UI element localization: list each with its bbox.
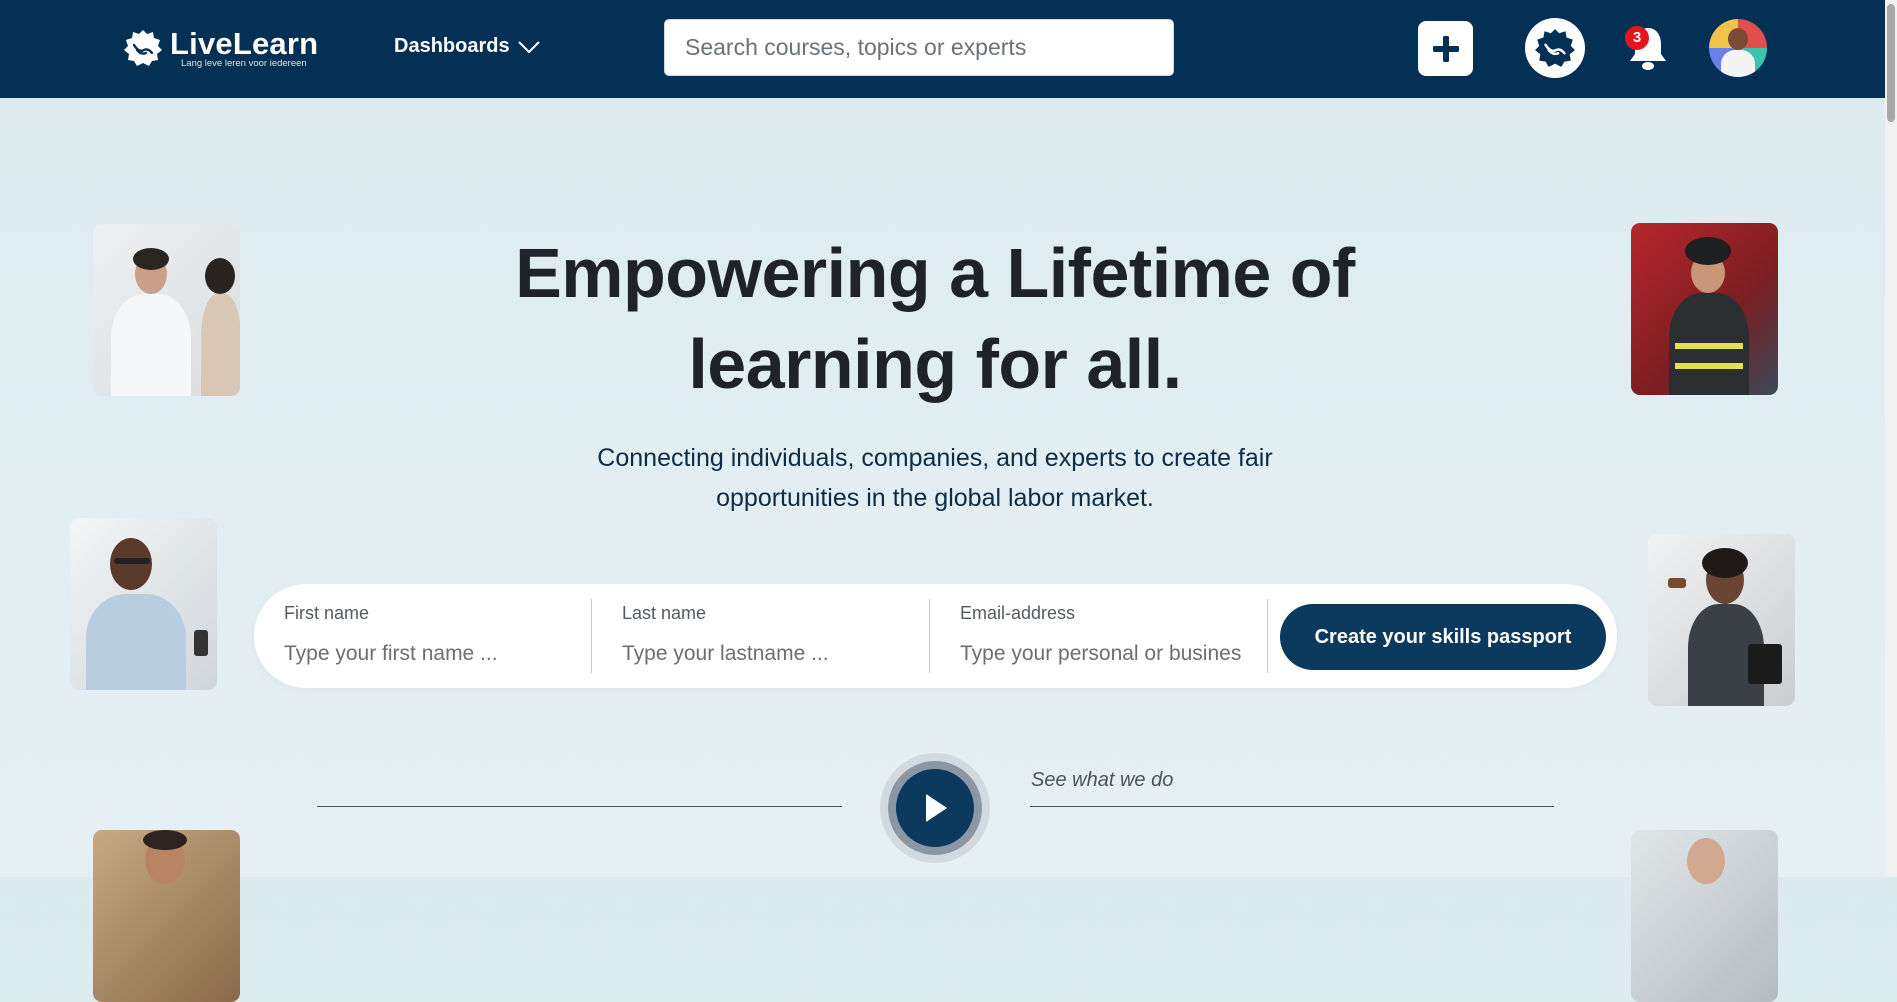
hero-title-line1: Empowering a Lifetime of bbox=[515, 234, 1355, 312]
last-name-label: Last name bbox=[622, 603, 707, 623]
photo-doctor bbox=[93, 224, 240, 396]
video-divider-left bbox=[317, 806, 842, 807]
scrollbar-thumb[interactable] bbox=[1887, 4, 1895, 122]
see-what-we-do-label: See what we do bbox=[1031, 769, 1174, 791]
hero-title-line2: learning for all. bbox=[688, 325, 1182, 403]
livelearn-badge-icon bbox=[1535, 29, 1575, 67]
first-name-input[interactable] bbox=[284, 642, 504, 666]
field-divider bbox=[591, 599, 592, 673]
user-avatar[interactable] bbox=[1709, 19, 1767, 77]
photo-firefighter bbox=[1631, 223, 1778, 395]
dashboards-menu[interactable]: Dashboards bbox=[394, 35, 540, 58]
email-field: Email-address bbox=[960, 584, 1250, 688]
email-label: Email-address bbox=[960, 603, 1076, 623]
photo-woman-bottom-right bbox=[1631, 830, 1778, 1002]
hero-subtitle-line1: Connecting individuals, companies, and e… bbox=[597, 444, 1273, 472]
livelearn-logo-icon bbox=[124, 30, 162, 66]
add-button[interactable] bbox=[1418, 21, 1473, 76]
create-skills-passport-button[interactable]: Create your skills passport bbox=[1280, 604, 1606, 670]
search-box[interactable] bbox=[664, 19, 1174, 76]
notification-count-badge: 3 bbox=[1625, 26, 1649, 50]
play-icon bbox=[926, 794, 947, 822]
photo-man-bottom-left bbox=[93, 830, 240, 1002]
signup-form: First name Last name Email-address Creat… bbox=[254, 584, 1617, 688]
last-name-field: Last name bbox=[622, 584, 922, 688]
livelearn-badge-button[interactable] bbox=[1525, 18, 1585, 78]
dashboards-label: Dashboards bbox=[394, 35, 510, 57]
hero-subtitle-line2: opportunities in the global labor market… bbox=[716, 484, 1154, 512]
first-name-label: First name bbox=[284, 603, 370, 623]
logo-title: LiveLearn bbox=[170, 26, 319, 61]
first-name-field: First name bbox=[284, 584, 584, 688]
hero-subtitle: Connecting individuals, companies, and e… bbox=[570, 438, 1300, 518]
video-divider-right bbox=[1030, 806, 1554, 807]
search-input[interactable] bbox=[665, 20, 1173, 75]
chevron-down-icon bbox=[517, 40, 540, 53]
page-scrollbar[interactable] bbox=[1885, 0, 1897, 877]
plus-icon bbox=[1432, 35, 1459, 62]
livelearn-logo[interactable]: LiveLearn Lang leve leren voor iedereen bbox=[123, 28, 318, 69]
play-video-button[interactable] bbox=[880, 753, 990, 863]
field-divider bbox=[929, 599, 930, 673]
top-navbar: LiveLearn Lang leve leren voor iedereen … bbox=[0, 0, 1897, 98]
photo-businessman-phone bbox=[70, 518, 217, 690]
last-name-input[interactable] bbox=[622, 642, 837, 666]
email-input[interactable] bbox=[960, 642, 1242, 666]
field-divider bbox=[1267, 599, 1268, 673]
hero-title: Empowering a Lifetime of learning for al… bbox=[470, 228, 1400, 410]
photo-lawyer bbox=[1648, 534, 1795, 706]
logo-tagline: Lang leve leren voor iedereen bbox=[181, 58, 307, 69]
